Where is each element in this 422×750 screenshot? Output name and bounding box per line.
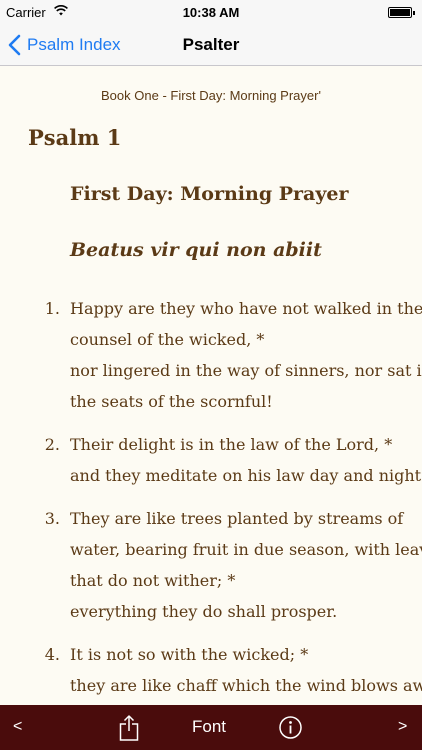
verse-line: Their delight is in the law of the Lord,… <box>70 435 393 454</box>
page-title: Psalter <box>182 35 240 54</box>
previous-button[interactable]: < <box>13 718 22 736</box>
info-icon[interactable] <box>279 716 302 739</box>
verse-list: 1. Happy are they who have not walked in… <box>0 293 422 705</box>
verse-line: and they meditate on his law day and nig… <box>70 466 422 485</box>
bottom-toolbar: < Font > <box>0 705 422 750</box>
clock: 10:38 AM <box>182 5 240 20</box>
day-title: First Day: Morning Prayer <box>70 183 349 205</box>
verse-line: counsel of the wicked, * <box>70 330 265 349</box>
battery-icon <box>388 7 415 18</box>
share-icon[interactable] <box>119 714 139 741</box>
verse-text: It is not so with the wicked; * they are… <box>70 639 422 701</box>
verse: 1. Happy are they who have not walked in… <box>0 293 422 417</box>
verse-line: water, bearing fruit in due season, with… <box>70 540 422 559</box>
verse-text: They are like trees planted by streams o… <box>70 503 422 627</box>
verse-line: It is not so with the wicked; * <box>70 645 309 664</box>
navigation-bar: Psalm Index Psalter <box>0 24 422 66</box>
psalm-content[interactable]: Book One - First Day: Morning Prayer' Ps… <box>0 67 422 705</box>
verse-number: 1. <box>44 299 60 318</box>
verse-line: nor lingered in the way of sinners, nor … <box>70 361 422 380</box>
verse-text: Happy are they who have not walked in th… <box>70 293 422 417</box>
book-heading: Book One - First Day: Morning Prayer' <box>101 88 321 103</box>
status-bar: Carrier 10:38 AM <box>0 0 422 24</box>
psalm-title: Psalm 1 <box>28 125 122 150</box>
verse-number: 4. <box>44 645 60 664</box>
verse-line: Happy are they who have not walked in th… <box>70 299 422 318</box>
verse-line: They are like trees planted by streams o… <box>70 509 404 528</box>
verse: 2. Their delight is in the law of the Lo… <box>0 429 422 491</box>
latin-title: Beatus vir qui non abiit <box>70 239 322 261</box>
verse-line: the seats of the scornful! <box>70 392 273 411</box>
font-button[interactable]: Font <box>192 717 226 737</box>
verse-number: 3. <box>44 509 60 528</box>
verse: 4. It is not so with the wicked; * they … <box>0 639 422 701</box>
verse-text: Their delight is in the law of the Lord,… <box>70 429 422 491</box>
verse: 3. They are like trees planted by stream… <box>0 503 422 627</box>
verse-line: they are like chaff which the wind blows… <box>70 676 422 695</box>
verse-line: that do not wither; * <box>70 571 236 590</box>
verse-line: everything they do shall prosper. <box>70 602 338 621</box>
verse-number: 2. <box>44 435 60 454</box>
next-button[interactable]: > <box>398 718 407 736</box>
